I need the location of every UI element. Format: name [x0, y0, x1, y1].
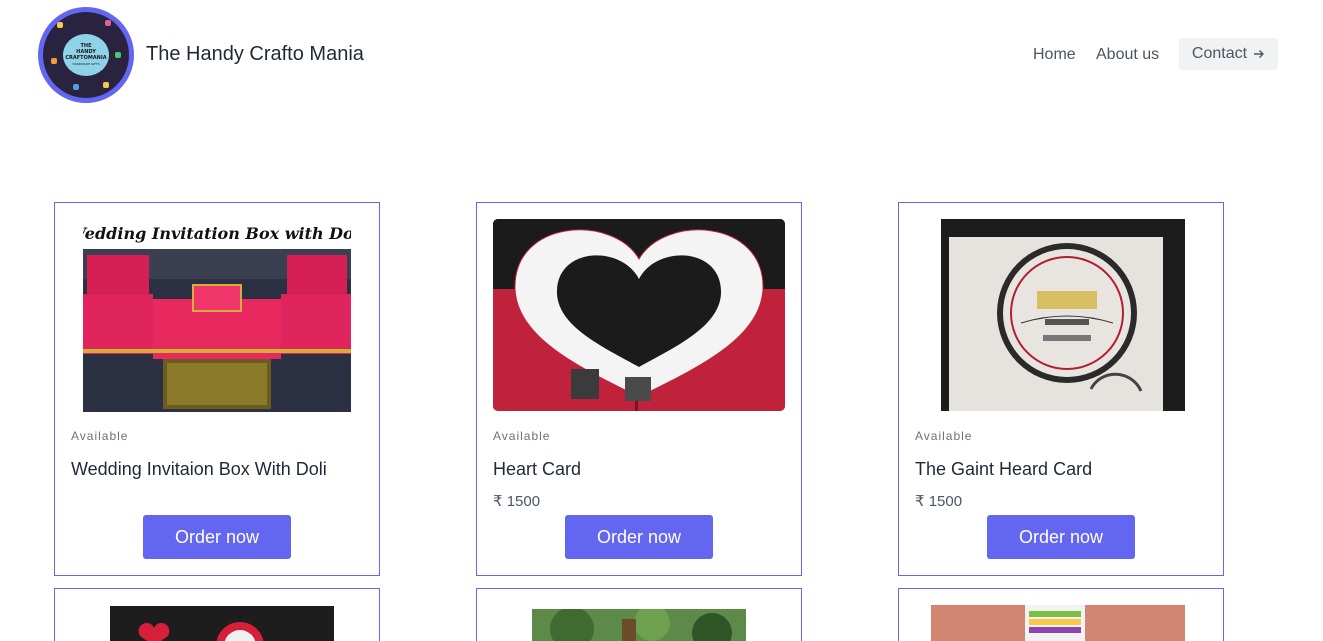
logo-decoration — [115, 52, 121, 58]
product-card: Available Heart Card ₹ 1500 Order now — [476, 202, 802, 576]
order-now-button[interactable]: Order now — [987, 515, 1135, 559]
card-thumbnail-illustration — [931, 605, 1185, 641]
product-card — [476, 588, 802, 641]
product-image[interactable] — [110, 606, 334, 641]
card-thumbnail-illustration — [532, 609, 746, 641]
product-image[interactable] — [931, 605, 1185, 641]
logo-decoration — [57, 22, 63, 28]
product-image[interactable]: Wedding Invitation Box with Doli — [83, 219, 351, 412]
contact-button[interactable]: Contact — [1179, 38, 1278, 70]
availability-label: Available — [915, 429, 973, 443]
logo-text: HANDMADE GIFTS — [72, 62, 100, 66]
product-image[interactable] — [941, 219, 1185, 411]
product-image[interactable] — [493, 219, 785, 411]
friend-card-illustration — [941, 219, 1185, 411]
availability-label: Available — [493, 429, 551, 443]
card-thumbnail-illustration — [110, 606, 334, 641]
logo-decoration — [51, 58, 57, 64]
wedding-box-illustration — [83, 249, 351, 412]
logo-decoration — [105, 20, 111, 26]
order-now-button[interactable]: Order now — [565, 515, 713, 559]
order-now-button[interactable]: Order now — [143, 515, 291, 559]
nav-about[interactable]: About us — [1096, 46, 1159, 64]
product-card — [898, 588, 1224, 641]
arrow-right-icon — [1254, 50, 1265, 58]
logo-decoration — [103, 82, 109, 88]
site-header: THE HANDY CRAFTOMANIA HANDMADE GIFTS The… — [0, 0, 1323, 110]
logo-badge: THE HANDY CRAFTOMANIA HANDMADE GIFTS — [43, 12, 129, 98]
logo[interactable]: THE HANDY CRAFTOMANIA HANDMADE GIFTS — [38, 7, 134, 103]
product-price: ₹ 1500 — [915, 493, 963, 510]
heart-card-illustration — [493, 219, 785, 411]
product-title[interactable]: The Gaint Heard Card — [915, 459, 1092, 480]
product-price: ₹ 1500 — [493, 493, 541, 510]
nav-home[interactable]: Home — [1033, 46, 1076, 64]
contact-button-label: Contact — [1191, 45, 1248, 62]
product-title[interactable]: Wedding Invitaion Box With Doli — [71, 459, 327, 480]
brand-name[interactable]: The Handy Crafto Mania — [146, 43, 364, 66]
product-image[interactable] — [532, 609, 746, 641]
availability-label: Available — [71, 429, 129, 443]
product-title[interactable]: Heart Card — [493, 459, 581, 480]
product-card: Wedding Invitation Box with Doli Availab… — [54, 202, 380, 576]
logo-center: THE HANDY CRAFTOMANIA HANDMADE GIFTS — [63, 34, 109, 76]
logo-decoration — [73, 84, 79, 90]
product-image-caption: Wedding Invitation Box with Doli — [83, 223, 351, 243]
product-card: Available The Gaint Heard Card ₹ 1500 Or… — [898, 202, 1224, 576]
product-card — [54, 588, 380, 641]
